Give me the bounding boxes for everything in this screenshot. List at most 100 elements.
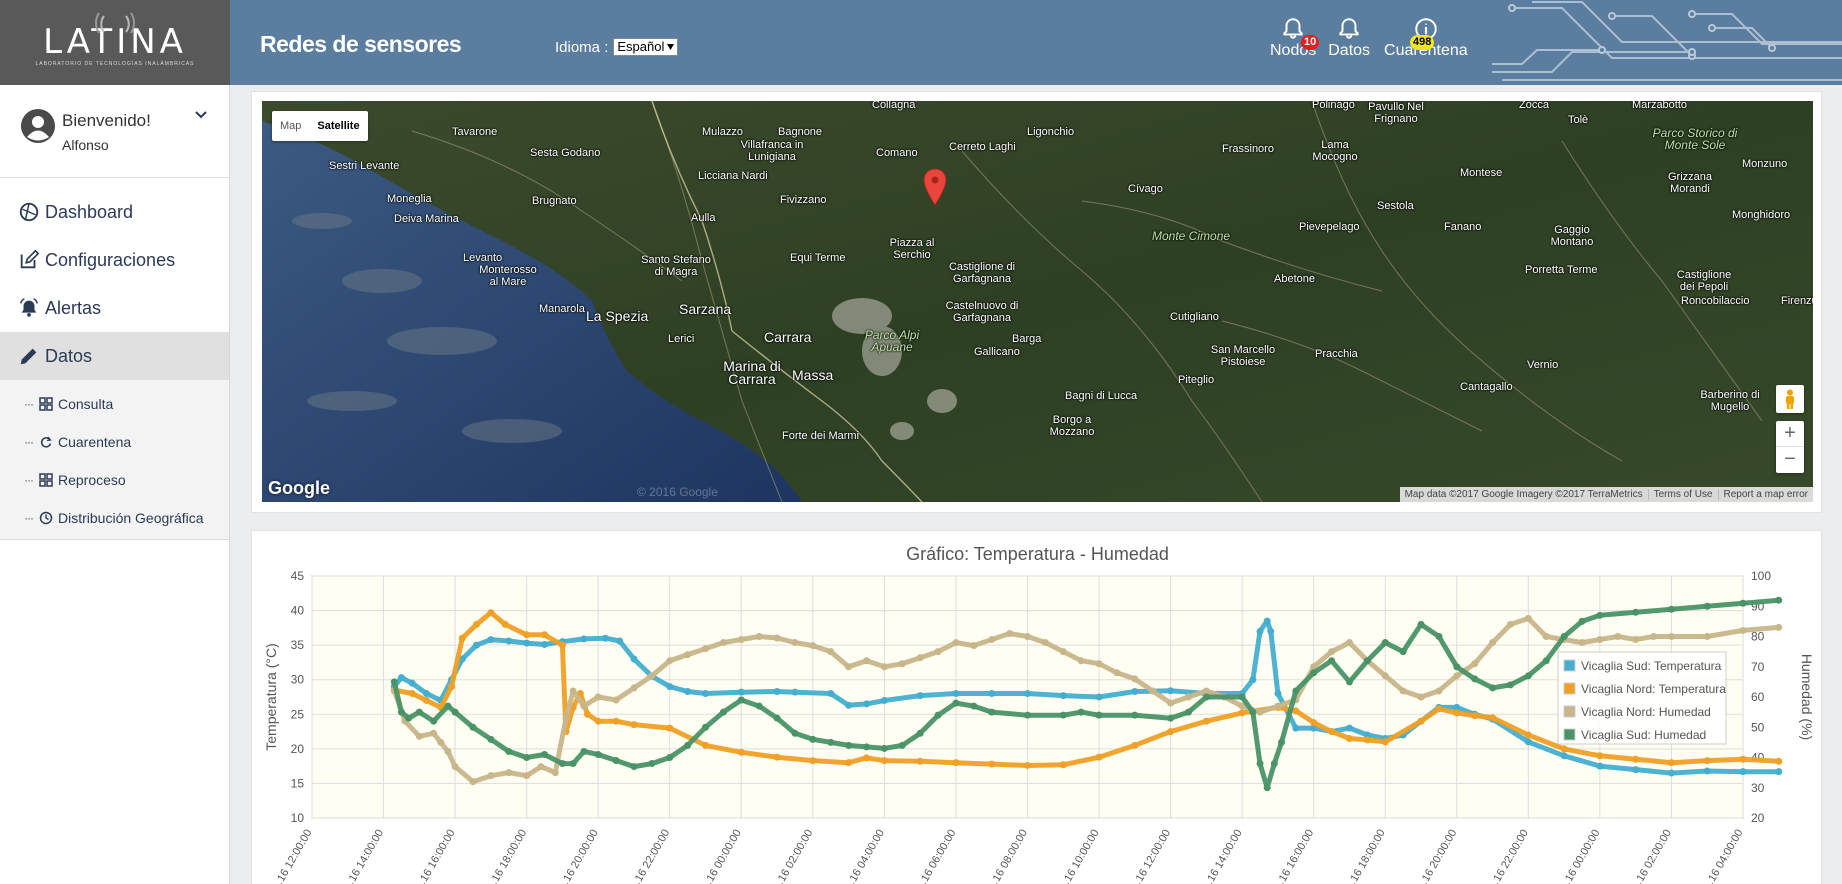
data-point <box>1381 672 1389 680</box>
data-point <box>1274 702 1282 710</box>
data-point <box>809 735 817 743</box>
data-point <box>1041 639 1049 647</box>
subitem-cuarentena[interactable]: ··· Cuarentena <box>0 423 229 461</box>
subitem-consulta[interactable]: ··· Consulta <box>0 385 229 423</box>
terms-of-use-link[interactable]: Terms of Use <box>1647 489 1718 500</box>
data-point <box>1345 639 1353 647</box>
google-logo[interactable]: Google <box>268 478 330 499</box>
sidebar-item-dashboard[interactable]: Dashboard <box>0 188 229 236</box>
map-label: Licciana Nardi <box>698 170 768 182</box>
data-point <box>1542 657 1550 665</box>
data-point <box>501 620 509 628</box>
legend-swatch <box>1563 682 1576 695</box>
x-tick-label: …16 06:00:00 <box>914 828 959 884</box>
data-point <box>541 750 549 758</box>
sidebar-item-alertas[interactable]: Alertas <box>0 284 229 332</box>
sidebar-item-datos[interactable]: Datos <box>0 332 229 380</box>
data-point <box>1560 745 1568 753</box>
data-point <box>523 631 531 639</box>
map-label: Sarzana <box>679 301 732 317</box>
data-point <box>1256 760 1264 768</box>
data-point <box>448 683 456 691</box>
map-label: Barga <box>1012 333 1042 345</box>
data-point <box>1292 687 1300 695</box>
data-point <box>487 636 495 644</box>
data-point <box>773 687 781 695</box>
nodos-badge: 10 <box>1301 35 1320 50</box>
data-point <box>1059 692 1067 700</box>
data-point <box>988 636 996 644</box>
report-map-error-link[interactable]: Report a map error <box>1717 489 1813 500</box>
map-label: Gaggio Montano <box>1550 224 1594 248</box>
sidebar-item-label: Datos <box>45 345 93 366</box>
data-point <box>1267 627 1275 635</box>
data-point <box>505 637 513 645</box>
data-point <box>1238 709 1246 717</box>
data-point <box>898 741 906 749</box>
map-label: Mulazzo <box>702 126 743 138</box>
subitem-reproceso[interactable]: ··· Reproceso <box>0 461 229 499</box>
wifi-waves-icon <box>94 12 136 34</box>
map-label: Monte Cimone <box>1152 229 1231 243</box>
logo[interactable]: LATINA LABORATORIO DE TECNOLOGÍAS INALÁM… <box>0 0 230 85</box>
satellite-map[interactable]: Map Satellite Collagna Polinago Pavullo … <box>262 101 1813 502</box>
subitem-distribucion-geografica[interactable]: ··· Distribución Geográfica <box>0 499 229 537</box>
nav-nodos[interactable]: 10 Nodos <box>1270 16 1320 60</box>
data-point <box>1263 784 1271 792</box>
data-point <box>1435 633 1443 640</box>
data-point <box>791 639 799 647</box>
data-point <box>523 639 531 647</box>
data-point <box>719 708 727 716</box>
map-type-satellite-button[interactable]: Satellite <box>309 111 367 141</box>
street-view-pegman[interactable] <box>1776 385 1804 413</box>
map-label: Parco Storico di Monte Sole <box>1652 126 1738 152</box>
edit-icon <box>20 249 40 269</box>
data-point <box>1667 769 1675 777</box>
nav-cuarentena[interactable]: 498 Cuarentena <box>1384 16 1468 60</box>
data-point <box>612 717 620 725</box>
data-point <box>451 708 459 716</box>
data-point <box>630 721 638 729</box>
data-point <box>880 744 888 752</box>
sidebar-item-configuraciones[interactable]: Configuraciones <box>0 236 229 284</box>
nav-datos[interactable]: Datos <box>1328 16 1370 60</box>
data-point <box>1059 761 1067 769</box>
map-label: Zocca <box>1519 101 1549 111</box>
top-header: LATINA LABORATORIO DE TECNOLOGÍAS INALÁM… <box>0 0 1842 85</box>
circuit-decoration <box>1492 1 1842 81</box>
data-point <box>1202 693 1210 701</box>
location-marker-icon[interactable] <box>922 167 948 209</box>
data-point <box>1263 617 1271 625</box>
data-point <box>594 750 602 758</box>
temperature-humidity-chart[interactable]: 10152025303540452030405060708090100…16 1… <box>252 531 1823 884</box>
cuarentena-badge: 498 <box>1410 35 1435 50</box>
data-point <box>1256 627 1264 635</box>
data-point <box>1775 768 1783 776</box>
language-select[interactable]: Español <box>613 38 679 56</box>
map-type-map-button[interactable]: Map <box>272 111 309 141</box>
data-point <box>580 702 588 710</box>
legend-swatch <box>1563 728 1576 741</box>
data-point <box>422 696 430 704</box>
data-point <box>952 690 960 698</box>
data-point <box>863 743 871 751</box>
data-point <box>1131 675 1139 683</box>
data-point <box>415 708 423 716</box>
zoom-in-button[interactable]: + <box>1776 421 1804 447</box>
map-label: Cantagallo <box>1460 381 1513 393</box>
map-label: Bagnone <box>778 126 823 138</box>
map-label: Brugnato <box>532 195 577 207</box>
map-label: Ligonchio <box>1027 126 1075 138</box>
map-watermark: © 2016 Google <box>637 485 718 499</box>
data-point <box>1095 693 1103 701</box>
pencil-icon <box>20 348 37 365</box>
map-label: Firenzuola <box>1781 295 1813 307</box>
chevron-down-icon[interactable] <box>194 110 208 120</box>
data-point <box>1167 687 1175 695</box>
x-tick-label: …16 08:00:00 <box>985 828 1030 884</box>
data-point <box>648 672 656 680</box>
bell-icon <box>1339 18 1359 39</box>
data-point <box>1131 741 1139 749</box>
zoom-out-button[interactable]: − <box>1776 447 1804 473</box>
data-point <box>1775 623 1783 631</box>
